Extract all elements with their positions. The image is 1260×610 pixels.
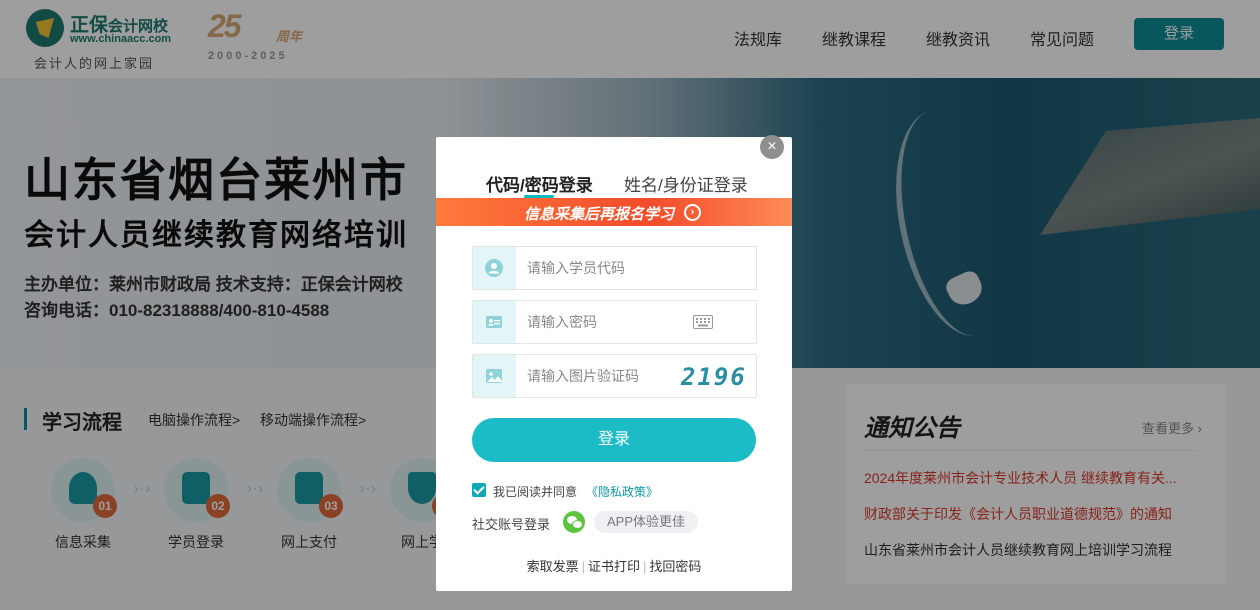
app-download-pill[interactable]: APP体验更佳	[594, 511, 698, 533]
agree-label: 我已阅读并同意	[493, 485, 578, 499]
keyboard-icon[interactable]	[693, 315, 713, 329]
password-input[interactable]	[527, 311, 687, 333]
arrow-right-icon: ›	[684, 204, 701, 221]
student-code-field	[472, 246, 757, 290]
privacy-policy-link[interactable]: 《隐私政策》	[586, 483, 658, 500]
invoice-link[interactable]: 索取发票	[527, 559, 579, 574]
separator: |	[581, 559, 585, 574]
promo-banner[interactable]: 信息采集后再报名学习 ›	[436, 198, 792, 226]
captcha-image[interactable]: 2196	[681, 363, 747, 391]
separator: |	[643, 559, 647, 574]
login-modal: × 代码/密码登录 姓名/身份证登录 信息采集后再报名学习 › 2196 登录 …	[436, 135, 792, 591]
agree-checkbox[interactable]	[472, 483, 486, 497]
captcha-field: 2196	[472, 354, 757, 398]
certificate-print-link[interactable]: 证书打印	[588, 559, 640, 574]
login-button[interactable]: 登录	[472, 418, 756, 462]
password-field	[472, 300, 757, 344]
user-icon	[473, 247, 516, 289]
close-icon[interactable]: ×	[760, 135, 784, 159]
image-icon	[473, 355, 516, 397]
modal-footer-links: 索取发票 | 证书打印 | 找回密码	[436, 556, 792, 575]
student-code-input[interactable]	[527, 257, 687, 279]
tab-code-password[interactable]: 代码/密码登录	[486, 171, 593, 196]
recover-password-link[interactable]: 找回密码	[649, 559, 701, 574]
social-login-label: 社交账号登录	[472, 517, 551, 532]
promo-text: 信息采集后再报名学习	[524, 206, 675, 223]
wechat-icon[interactable]	[563, 511, 585, 533]
tab-name-id[interactable]: 姓名/身份证登录	[624, 171, 748, 196]
id-card-icon	[473, 301, 516, 343]
captcha-input[interactable]	[527, 365, 667, 387]
